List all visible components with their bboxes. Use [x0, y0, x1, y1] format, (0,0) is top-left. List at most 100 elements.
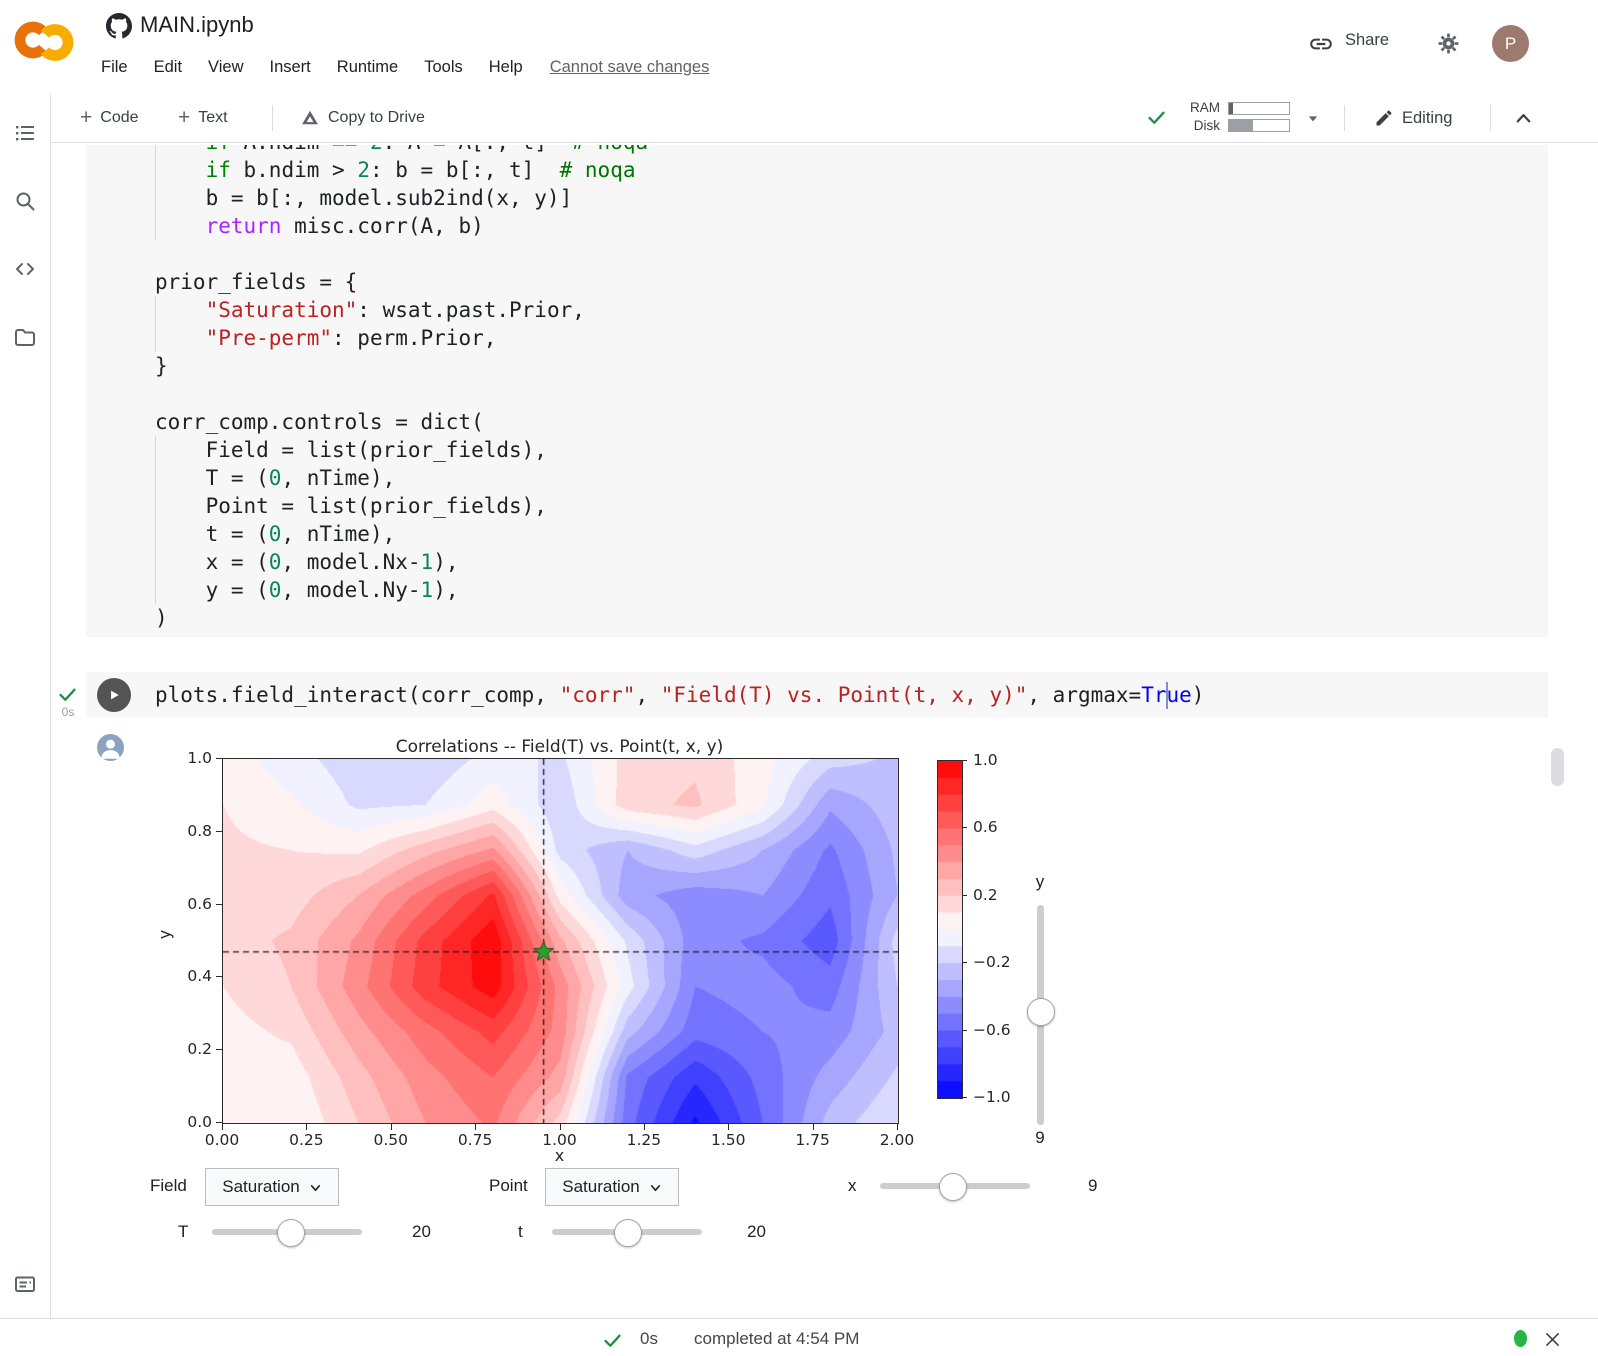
- code-token: return: [205, 214, 282, 238]
- colorbar-tick-label: −0.2: [973, 953, 1011, 972]
- code-cell-1[interactable]: if A.ndim == 2: A = A[:, t] # noqa if b.…: [86, 145, 1548, 637]
- field-dropdown[interactable]: Saturation: [205, 1168, 339, 1206]
- share-button[interactable]: Share: [1345, 31, 1389, 50]
- y-tick-label: 1.0: [187, 749, 212, 767]
- chevron-up-icon[interactable]: [1512, 107, 1535, 130]
- add-code-button[interactable]: + Code: [80, 94, 139, 142]
- x-slider-thumb[interactable]: [939, 1173, 967, 1201]
- github-icon: [106, 13, 132, 39]
- t-slider-thumb[interactable]: [614, 1219, 642, 1247]
- code-line[interactable]: Point = list(prior_fields),: [86, 492, 1548, 520]
- close-icon[interactable]: [1544, 1331, 1561, 1348]
- connected-indicator: [1514, 1330, 1527, 1347]
- point-dropdown[interactable]: Saturation: [545, 1168, 679, 1206]
- menu-item-help[interactable]: Help: [476, 58, 536, 77]
- copy-to-drive-button[interactable]: Copy to Drive: [300, 94, 425, 142]
- menu-item-runtime[interactable]: Runtime: [324, 58, 411, 77]
- code-line[interactable]: "Saturation": wsat.past.Prior,: [86, 296, 1548, 324]
- colorbar-tick-mark: [962, 894, 967, 896]
- code-token: if: [205, 158, 231, 182]
- colab-logo[interactable]: [14, 15, 74, 65]
- x-tick-label: 0.25: [289, 1131, 324, 1149]
- play-icon: [111, 690, 119, 700]
- code-token: prior_fields = {: [155, 270, 358, 294]
- save-status-link[interactable]: Cannot save changes: [550, 58, 710, 77]
- add-code-label: Code: [100, 109, 139, 126]
- code-line[interactable]: y = (0, model.Ny-1),: [86, 576, 1548, 604]
- status-message: completed at 4:54 PM: [694, 1329, 860, 1348]
- code-token: if: [206, 145, 231, 154]
- search-icon[interactable]: [13, 189, 37, 213]
- code-token: ): [155, 606, 168, 630]
- code-line[interactable]: corr_comp.controls = dict(: [86, 408, 1548, 436]
- run-cell-button[interactable]: [97, 678, 131, 712]
- code-token: 0: [268, 550, 282, 574]
- code-line[interactable]: prior_fields = {: [86, 268, 1548, 296]
- code-token: T = (: [155, 466, 269, 490]
- toolbar-divider: [1490, 105, 1491, 131]
- code-line[interactable]: if b.ndim > 2: b = b[:, t] # noqa: [86, 156, 1548, 184]
- x-slider-value: 9: [1088, 1176, 1098, 1195]
- menu-item-file[interactable]: File: [88, 58, 141, 77]
- x-tick-mark: [559, 1124, 561, 1130]
- code-token: , nTime),: [281, 466, 396, 490]
- editing-mode-button[interactable]: Editing: [1374, 94, 1452, 142]
- code-token: 2: [357, 158, 370, 182]
- chevron-down-icon[interactable]: [1303, 108, 1323, 128]
- code-editor[interactable]: plots.field_interact(corr_comp, "corr" , …: [86, 672, 1548, 709]
- code-token: "Pre-perm": [205, 326, 333, 350]
- code-line[interactable]: Field = list(prior_fields),: [86, 436, 1548, 464]
- code-token: 0: [268, 578, 282, 602]
- notebook-title[interactable]: MAIN.ipynb: [140, 12, 254, 38]
- code-token: "Field(T) vs. Point(t, x, y)": [660, 683, 1028, 707]
- code-line[interactable]: plots.field_interact(corr_comp, "corr" , …: [86, 681, 1548, 709]
- y-tick-mark: [216, 830, 222, 832]
- menu-item-view[interactable]: View: [195, 58, 256, 77]
- code-line[interactable]: x = (0, model.Nx-1),: [86, 548, 1548, 576]
- add-text-button[interactable]: + Text: [178, 94, 228, 142]
- code-editor[interactable]: if A.ndim == 2: A = A[:, t] # noqa if b.…: [86, 145, 1548, 632]
- table-of-contents-icon[interactable]: [13, 121, 37, 145]
- x-slider-label: x: [848, 1176, 857, 1195]
- code-line[interactable]: t = (0, nTime),: [86, 520, 1548, 548]
- code-line[interactable]: }: [86, 352, 1548, 380]
- code-token: : wsat.past.Prior,: [357, 298, 585, 322]
- x-tick-mark: [643, 1124, 645, 1130]
- cell-executed-checkmark-icon: [59, 688, 76, 701]
- colorbar-tick-mark: [962, 1097, 967, 1098]
- field-dropdown-value: Saturation: [222, 1177, 300, 1196]
- plus-icon: +: [80, 106, 93, 129]
- code-cell-2[interactable]: plots.field_interact(corr_comp, "corr" , …: [86, 672, 1548, 718]
- cell-exec-time: 0s: [61, 705, 75, 719]
- output-scrollbar[interactable]: [1551, 748, 1564, 786]
- text-cursor: [1166, 682, 1168, 709]
- code-line[interactable]: b = b[:, model.sub2ind(x, y)]: [86, 184, 1548, 212]
- code-line[interactable]: "Pre-perm": perm.Prior,: [86, 324, 1548, 352]
- code-token: , nTime),: [281, 522, 396, 546]
- code-token: }: [155, 354, 168, 378]
- x-tick-mark: [222, 1124, 223, 1130]
- menu-item-insert[interactable]: Insert: [257, 58, 324, 77]
- link-icon[interactable]: [1308, 31, 1334, 57]
- code-line[interactable]: T = (0, nTime),: [86, 464, 1548, 492]
- colorbar-tick-label: 0.2: [973, 885, 998, 904]
- code-line[interactable]: [86, 240, 1548, 268]
- code-line[interactable]: ): [86, 604, 1548, 632]
- gear-icon[interactable]: [1436, 31, 1461, 56]
- code-line[interactable]: [86, 380, 1548, 408]
- code-line[interactable]: if A.ndim == 2: A = A[:, t] # noqa: [86, 145, 1548, 156]
- menu-item-tools[interactable]: Tools: [411, 58, 476, 77]
- T-slider-thumb[interactable]: [277, 1219, 305, 1247]
- y-slider-thumb[interactable]: [1027, 997, 1055, 1026]
- code-token: , model.Ny-: [281, 578, 421, 602]
- menu-item-edit[interactable]: Edit: [141, 58, 195, 77]
- profile-avatar[interactable]: P: [1492, 25, 1529, 62]
- y-tick-mark: [216, 903, 222, 905]
- files-icon[interactable]: [13, 325, 37, 349]
- y-slider-label: y: [1035, 872, 1045, 891]
- code-token: : b = b[:, t]: [369, 158, 560, 182]
- code-icon[interactable]: [13, 257, 37, 281]
- code-line[interactable]: return misc.corr(A, b): [86, 212, 1548, 240]
- terminal-icon[interactable]: [13, 1272, 37, 1296]
- code-token: # noqa: [572, 145, 648, 154]
